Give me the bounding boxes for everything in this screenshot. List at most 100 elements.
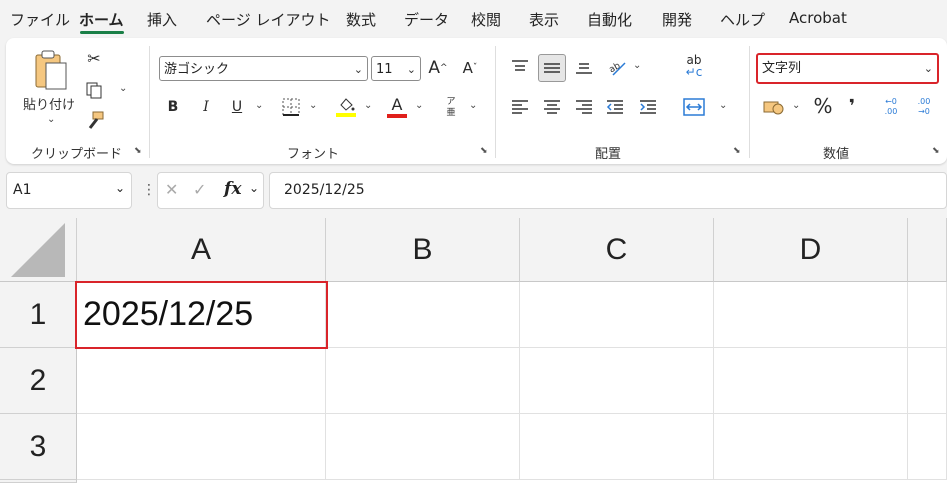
accounting-chevron-icon[interactable]: ⌄ [792, 100, 800, 111]
formula-input[interactable]: 2025/12/25 [269, 172, 947, 209]
italic-icon[interactable]: I [197, 96, 215, 118]
font-name-value: 游ゴシック [164, 62, 230, 77]
copy-icon[interactable] [84, 80, 104, 100]
tab-acrobat[interactable]: Acrobat [789, 9, 847, 27]
cell-b1[interactable] [326, 282, 520, 348]
cell-a3[interactable] [77, 414, 326, 480]
tab-home[interactable]: ホーム [79, 9, 124, 30]
row-header-3[interactable]: 3 [0, 414, 77, 480]
borders-icon[interactable] [280, 96, 302, 118]
cell-a2[interactable] [77, 348, 326, 414]
name-box-chevron-icon[interactable]: ⌄ [115, 181, 125, 195]
align-center-icon[interactable] [541, 96, 563, 118]
underline-icon[interactable]: U [228, 96, 246, 118]
tab-help[interactable]: ヘルプ [720, 9, 765, 30]
chevron-down-icon: ⌄ [923, 62, 933, 75]
cancel-icon[interactable]: ✕ [165, 180, 178, 199]
tab-data[interactable]: データ [404, 9, 449, 30]
merge-chevron-icon[interactable]: ⌄ [719, 100, 727, 111]
cell-e1[interactable] [908, 282, 947, 348]
cell-d1[interactable] [714, 282, 908, 348]
tab-automate[interactable]: 自動化 [587, 9, 632, 30]
number-group-label: 数値 [823, 147, 850, 162]
increase-decimal-icon[interactable]: ←0 .00 [878, 94, 904, 120]
enter-icon[interactable]: ✓ [193, 180, 206, 199]
font-color-icon[interactable]: A [386, 94, 408, 120]
select-all-corner[interactable] [0, 218, 77, 282]
font-launcher-icon[interactable]: ⬊ [480, 146, 488, 156]
align-middle-icon[interactable] [538, 54, 566, 82]
group-separator [149, 46, 150, 158]
align-bottom-icon[interactable] [573, 56, 595, 78]
column-header-d[interactable]: D [714, 218, 908, 282]
grow-font-icon[interactable]: A ^ [427, 56, 449, 80]
font-color-chevron-icon[interactable]: ⌄ [415, 100, 423, 111]
increase-indent-icon[interactable] [637, 96, 659, 118]
cell-c2[interactable] [520, 348, 714, 414]
orientation-chevron-icon[interactable]: ⌄ [633, 60, 641, 71]
name-box[interactable]: A1 ⌄ [6, 172, 132, 209]
tab-view[interactable]: 表示 [529, 9, 559, 30]
font-group-label: フォント [287, 147, 340, 162]
shrink-font-icon[interactable]: Aˇ [459, 56, 481, 80]
cell-c3[interactable] [520, 414, 714, 480]
copy-chevron-icon[interactable]: ⌄ [119, 83, 127, 94]
tab-developer[interactable]: 開発 [662, 9, 692, 30]
paste-button-label[interactable]: 貼り付け [23, 94, 75, 113]
row-header-2[interactable]: 2 [0, 348, 77, 414]
cell-e2[interactable] [908, 348, 947, 414]
column-header-c[interactable]: C [520, 218, 714, 282]
number-format-value: 文字列 [762, 61, 802, 76]
formula-chevron-icon[interactable]: ⌄ [249, 181, 259, 195]
decrease-decimal-icon[interactable]: .00 →0 [911, 94, 937, 120]
clipboard-launcher-icon[interactable]: ⬊ [134, 146, 142, 156]
percent-style-icon[interactable]: % [812, 94, 834, 118]
align-left-icon[interactable] [509, 96, 531, 118]
tab-review[interactable]: 校閲 [471, 9, 501, 30]
align-right-icon[interactable] [573, 96, 595, 118]
cell-c1[interactable] [520, 282, 714, 348]
column-header-b[interactable]: B [326, 218, 520, 282]
tab-page-layout[interactable]: ページ レイアウト [206, 9, 330, 30]
fill-color-swatch [336, 113, 356, 117]
accounting-format-icon[interactable] [762, 96, 786, 118]
cut-icon[interactable]: ✂ [84, 48, 104, 68]
tab-insert[interactable]: 挿入 [147, 9, 177, 30]
borders-chevron-icon[interactable]: ⌄ [309, 100, 317, 111]
alignment-launcher-icon[interactable]: ⬊ [733, 146, 741, 156]
cell-b3[interactable] [326, 414, 520, 480]
comma-style-icon[interactable]: ❜ [844, 94, 860, 118]
font-name-combo[interactable]: 游ゴシック ⌄ [159, 56, 368, 81]
number-launcher-icon[interactable]: ⬊ [932, 146, 940, 156]
formula-bar-grip-icon[interactable]: ⋮ [142, 182, 156, 198]
cell-e3[interactable] [908, 414, 947, 480]
phonetic-guide-icon[interactable]: ア 亜 [442, 94, 460, 122]
cell-d2[interactable] [714, 348, 908, 414]
name-box-value: A1 [13, 182, 32, 198]
tab-file[interactable]: ファイル [10, 9, 70, 30]
format-painter-icon[interactable] [84, 110, 106, 132]
cell-d3[interactable] [714, 414, 908, 480]
merge-center-icon[interactable] [682, 96, 706, 118]
fill-color-chevron-icon[interactable]: ⌄ [364, 100, 372, 111]
underline-chevron-icon[interactable]: ⌄ [255, 100, 263, 111]
column-header-a[interactable]: A [77, 218, 326, 282]
align-top-icon[interactable] [509, 56, 531, 78]
fill-color-icon[interactable] [335, 94, 357, 120]
group-separator [749, 46, 750, 158]
cell-b2[interactable] [326, 348, 520, 414]
paste-icon[interactable] [32, 48, 70, 92]
font-size-combo[interactable]: 11 ⌄ [371, 56, 421, 81]
ribbon-tabs: ファイル ホーム 挿入 ページ レイアウト 数式 データ 校閲 表示 自動化 開… [0, 0, 947, 38]
row-header-1[interactable]: 1 [0, 282, 77, 348]
tab-formulas[interactable]: 数式 [346, 9, 376, 30]
decrease-indent-icon[interactable] [604, 96, 626, 118]
bold-icon[interactable]: B [164, 96, 182, 118]
number-format-combo[interactable]: 文字列 ⌄ [756, 53, 939, 84]
column-header-next[interactable] [908, 218, 947, 282]
wrap-text-icon[interactable]: ab ↵c [682, 52, 706, 80]
phonetic-chevron-icon[interactable]: ⌄ [469, 100, 477, 111]
paste-chevron-icon[interactable]: ⌄ [47, 114, 55, 125]
orientation-icon[interactable]: ab [606, 56, 628, 78]
insert-function-icon[interactable]: fx [224, 179, 241, 199]
